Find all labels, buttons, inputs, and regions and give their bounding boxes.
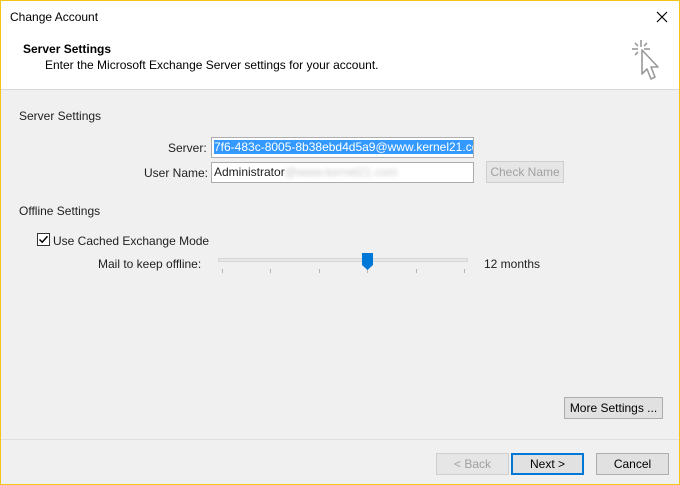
server-field[interactable]: 7f6-483c-8005-8b38ebd4d5a9@www.kernel21.… bbox=[211, 137, 474, 158]
username-obscured: @www.kernel21.com bbox=[284, 165, 398, 179]
username-field[interactable]: Administrator@www.kernel21.com bbox=[211, 162, 474, 183]
back-button[interactable]: < Back bbox=[436, 453, 509, 475]
cached-mode-checkbox[interactable] bbox=[37, 233, 50, 246]
server-label: Server: bbox=[168, 141, 207, 155]
change-account-dialog: Change Account Server Settings Enter the… bbox=[0, 0, 680, 485]
mail-keep-offline-label: Mail to keep offline: bbox=[98, 257, 202, 271]
close-icon bbox=[656, 11, 667, 22]
slider-thumb[interactable] bbox=[362, 253, 373, 270]
cached-mode-label[interactable]: Use Cached Exchange Mode bbox=[53, 234, 209, 248]
slider-tick bbox=[464, 269, 465, 273]
check-name-button[interactable]: Check Name bbox=[486, 161, 564, 183]
title-bar: Change Account bbox=[1, 1, 679, 32]
header-subtitle: Enter the Microsoft Exchange Server sett… bbox=[45, 58, 379, 72]
username-label: User Name: bbox=[144, 166, 209, 180]
mail-keep-offline-value: 12 months bbox=[484, 257, 541, 271]
close-button[interactable] bbox=[648, 3, 675, 30]
wizard-header: Server Settings Enter the Microsoft Exch… bbox=[1, 32, 679, 90]
username-value: Administrator bbox=[214, 165, 285, 179]
cancel-button[interactable]: Cancel bbox=[596, 453, 669, 475]
slider-tick bbox=[270, 269, 271, 273]
more-settings-button[interactable]: More Settings ... bbox=[564, 397, 663, 419]
slider-tick bbox=[319, 269, 320, 273]
footer-divider bbox=[1, 439, 679, 440]
next-button[interactable]: Next > bbox=[511, 453, 584, 475]
checkmark-icon bbox=[38, 235, 49, 244]
offline-settings-heading: Offline Settings bbox=[19, 204, 101, 218]
cursor-sparkle-icon bbox=[632, 40, 659, 80]
server-value: 7f6-483c-8005-8b38ebd4d5a9@www.kernel21.… bbox=[214, 140, 473, 154]
slider-tick bbox=[222, 269, 223, 273]
window-title: Change Account bbox=[10, 10, 99, 24]
mail-keep-offline-slider[interactable] bbox=[218, 258, 468, 262]
slider-tick bbox=[416, 269, 417, 273]
server-settings-heading: Server Settings bbox=[19, 109, 102, 123]
header-title: Server Settings bbox=[23, 42, 112, 56]
